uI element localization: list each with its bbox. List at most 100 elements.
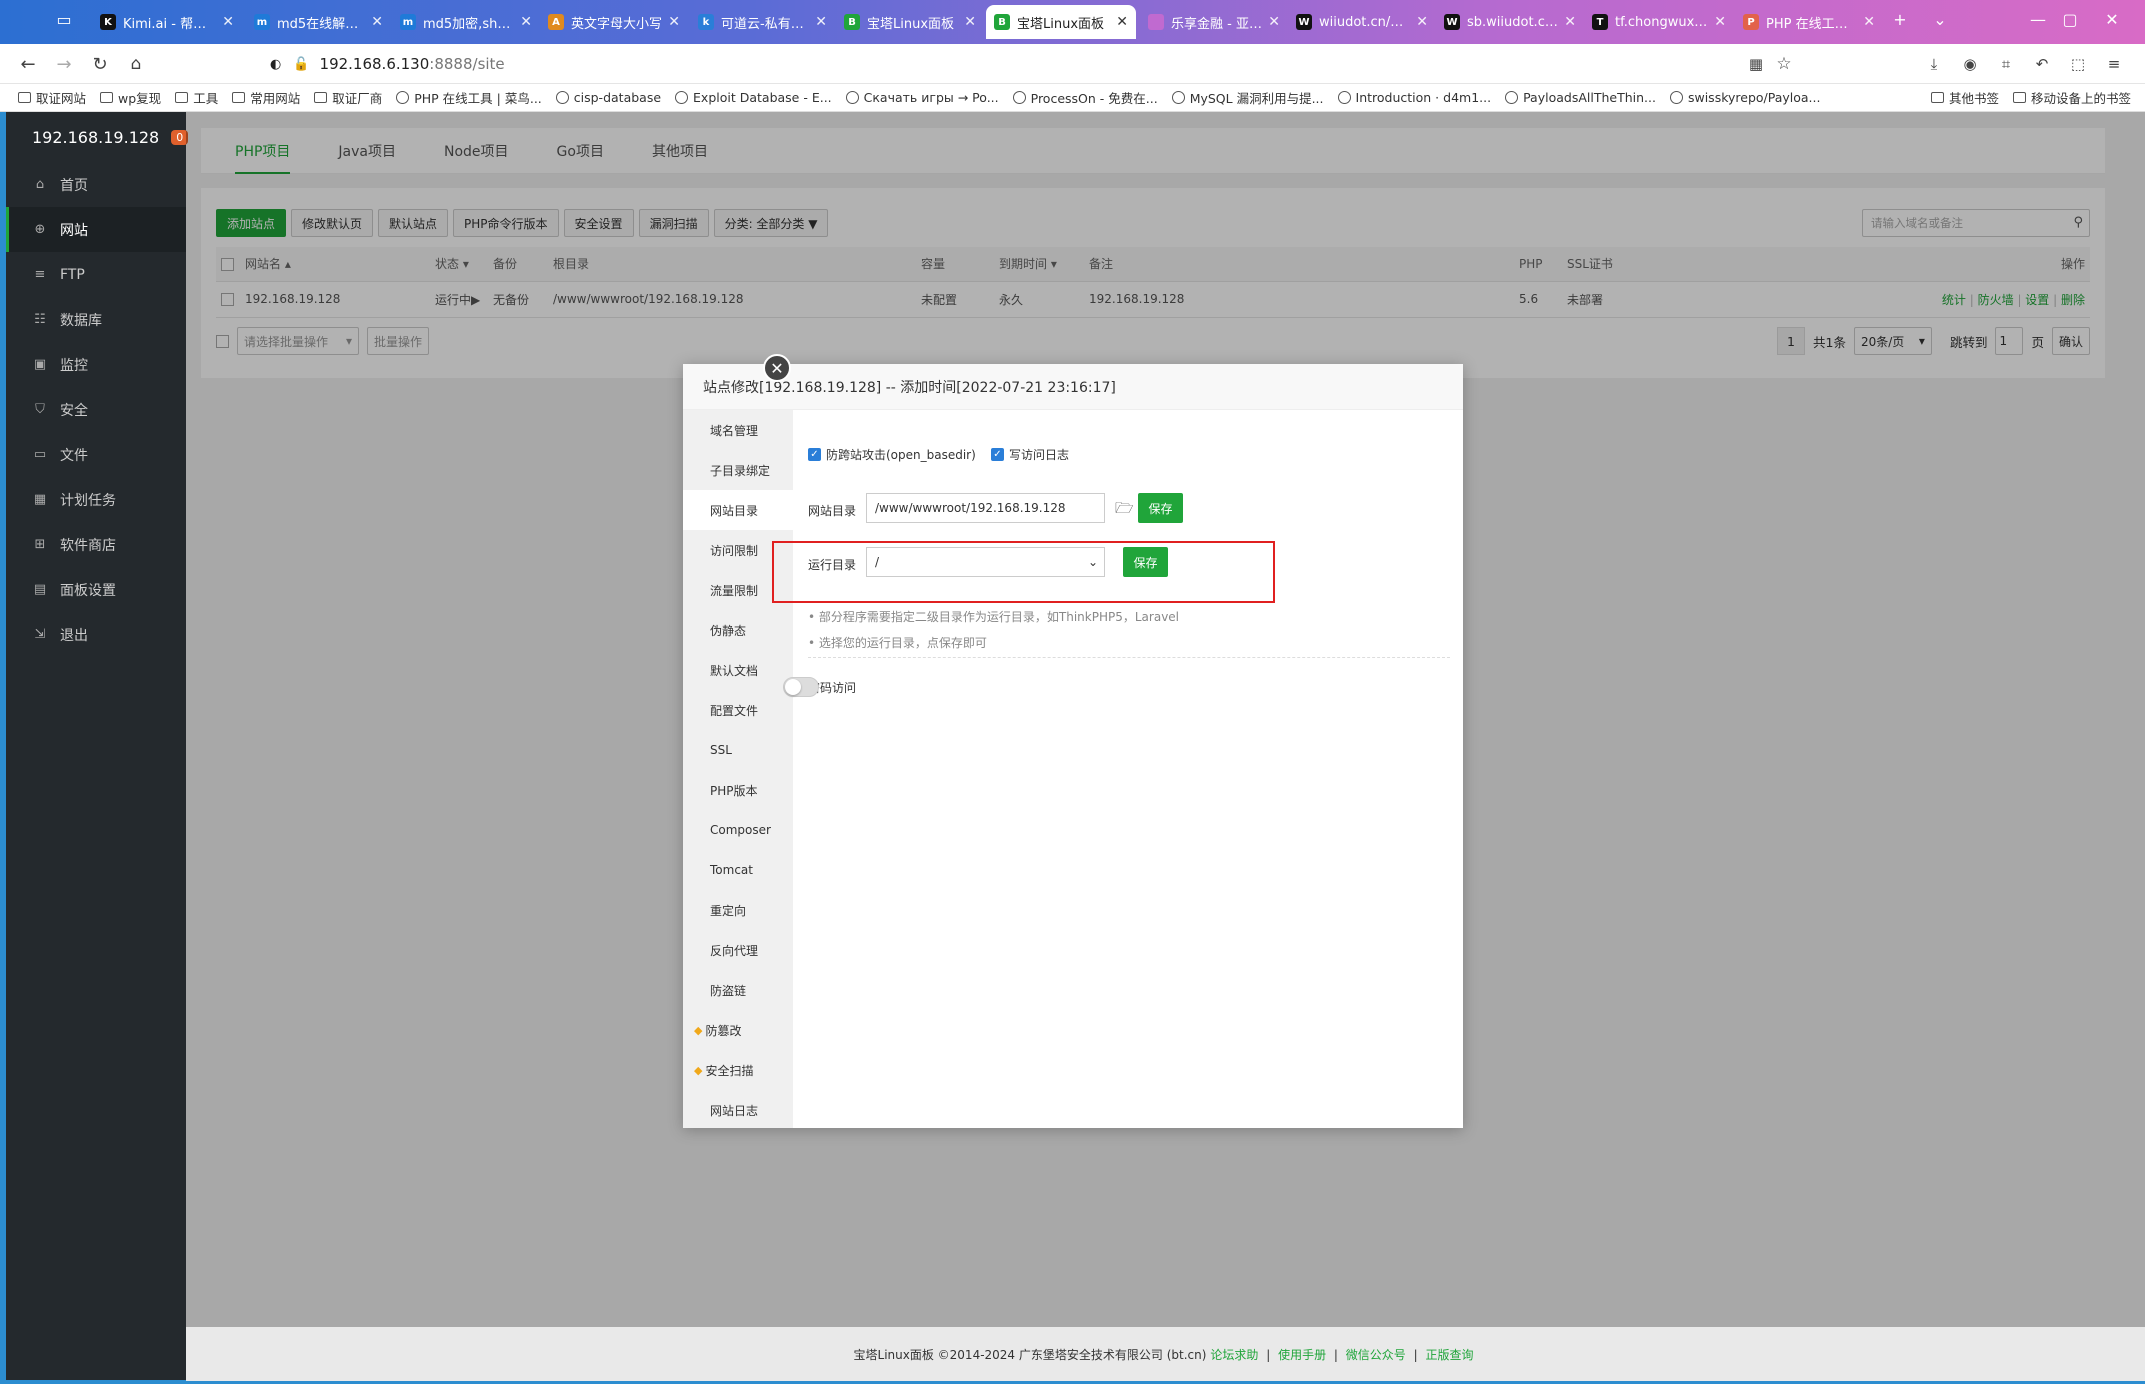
bookmark-item[interactable]: PayloadsAllTheThin... bbox=[1505, 90, 1656, 105]
browser-tab[interactable]: P PHP 在线工具 | 菜 ✕ bbox=[1735, 5, 1883, 39]
sidebar-item[interactable]: ▤ 面板设置 bbox=[6, 567, 186, 612]
bookmark-item[interactable]: swisskyrepo/Payloa... bbox=[1669, 90, 1820, 105]
browser-tab[interactable]: m md5在线解密破解 ✕ bbox=[246, 5, 391, 39]
address-bar[interactable]: ◐ 🔓 192.168.6.130:8888/site bbox=[270, 50, 1800, 78]
bookmark-item[interactable]: PHP 在线工具 | 菜鸟... bbox=[396, 88, 542, 107]
modal-menu-item[interactable]: Composer bbox=[683, 810, 793, 850]
modal-menu-item[interactable]: ◆ 防篡改 bbox=[683, 1010, 793, 1050]
modal-menu-item[interactable]: PHP版本 bbox=[683, 770, 793, 810]
modal-menu-item[interactable]: ◆ 安全扫描 bbox=[683, 1050, 793, 1090]
footer-link[interactable]: 使用手册 bbox=[1278, 1348, 1326, 1362]
sidebar-item[interactable]: ≡ FTP bbox=[6, 252, 186, 297]
sidebar-item[interactable]: ⇲ 退出 bbox=[6, 612, 186, 657]
modal-menu-item[interactable]: 重定向 bbox=[683, 890, 793, 930]
bookmark-item[interactable]: Скачать игры → Po... bbox=[845, 90, 999, 105]
bookmark-item[interactable]: 取证网站 bbox=[18, 88, 86, 107]
modal-menu-item[interactable]: 反向代理 bbox=[683, 930, 793, 970]
home-icon[interactable]: ⌂ bbox=[124, 52, 148, 76]
reload-icon[interactable]: ↻ bbox=[88, 52, 112, 76]
tab-close-icon[interactable]: ✕ bbox=[222, 14, 234, 30]
sidebar-item[interactable]: ⛉ 安全 bbox=[6, 387, 186, 432]
tab-close-icon[interactable]: ✕ bbox=[1863, 14, 1875, 30]
browser-tab[interactable]: 乐享金融 - 亚洲最大 ✕ bbox=[1140, 5, 1288, 39]
folder-open-icon[interactable]: 🗁 bbox=[1115, 498, 1134, 523]
bookmark-folder[interactable]: 移动设备上的书签 bbox=[2012, 88, 2131, 107]
bookmark-folder[interactable]: 其他书签 bbox=[1930, 88, 1999, 107]
modal-menu-item[interactable]: SSL bbox=[683, 730, 793, 770]
sidebar-item[interactable]: ⊕ 网站 bbox=[6, 207, 186, 252]
modal-menu-item[interactable]: 伪静态 bbox=[683, 610, 793, 650]
modal-menu-item[interactable]: 网站目录 bbox=[683, 490, 793, 530]
browser-tab[interactable]: m md5加密,sha1加 ✕ bbox=[392, 5, 540, 39]
tab-list-icon[interactable]: ⌄ bbox=[1928, 10, 1952, 29]
new-tab-icon[interactable]: + bbox=[1888, 10, 1912, 29]
site-dir-input[interactable]: /www/wwwroot/192.168.19.128 bbox=[866, 493, 1105, 523]
browser-tab[interactable]: Ttf.chongwuxiaoy ✕ bbox=[1584, 5, 1734, 39]
sidebar-item[interactable]: ☷ 数据库 bbox=[6, 297, 186, 342]
crop-icon[interactable]: ⌗ bbox=[1994, 52, 2018, 76]
site-info-icon[interactable]: ◐ bbox=[270, 57, 281, 72]
footer-link[interactable]: 微信公众号 bbox=[1346, 1348, 1406, 1362]
globe-icon bbox=[1505, 91, 1519, 104]
bookmark-item[interactable]: ProcessOn - 免费在... bbox=[1012, 88, 1158, 107]
tab-close-icon[interactable]: ✕ bbox=[1416, 14, 1428, 30]
bookmark-item[interactable]: cisp-database bbox=[555, 90, 661, 105]
bookmark-item[interactable]: MySQL 漏洞利用与提... bbox=[1171, 88, 1324, 107]
bookmark-item[interactable]: Introduction · d4m1... bbox=[1337, 90, 1491, 105]
sidebar-item[interactable]: ⊞ 软件商店 bbox=[6, 522, 186, 567]
maximize-icon[interactable]: ▢ bbox=[2058, 10, 2082, 29]
browser-tab[interactable]: Wsb.wiiudot.cn/a ✕ bbox=[1436, 5, 1584, 39]
bookmark-item[interactable]: Exploit Database - E... bbox=[675, 90, 832, 105]
browser-tab[interactable]: k 可道云-私有云存 ✕ bbox=[690, 5, 835, 39]
close-window-icon[interactable]: ✕ bbox=[2100, 10, 2124, 29]
password-access-toggle[interactable] bbox=[783, 677, 819, 697]
open-basedir-checkbox[interactable]: ✓ 防跨站攻击(open_basedir) bbox=[808, 446, 976, 463]
bookmark-item[interactable]: 取证厂商 bbox=[314, 88, 382, 107]
tab-close-icon[interactable]: ✕ bbox=[1564, 14, 1576, 30]
qr-code-icon[interactable]: ▦ bbox=[1744, 52, 1768, 76]
modal-menu-item[interactable]: 默认文档 bbox=[683, 650, 793, 690]
browser-tab[interactable]: A 英文字母大小写 ✕ bbox=[540, 5, 688, 39]
browser-tab[interactable]: B 宝塔Linux面板 ✕ bbox=[986, 5, 1136, 39]
tab-close-icon[interactable]: ✕ bbox=[1268, 14, 1280, 30]
forward-icon[interactable]: → bbox=[52, 52, 76, 76]
bookmark-item[interactable]: 工具 bbox=[175, 88, 218, 107]
tab-overview-icon[interactable]: ▭ bbox=[52, 10, 76, 29]
tab-close-icon[interactable]: ✕ bbox=[1714, 14, 1726, 30]
modal-menu-item[interactable]: 防盗链 bbox=[683, 970, 793, 1010]
tab-close-icon[interactable]: ✕ bbox=[1116, 14, 1128, 30]
back-icon[interactable]: ← bbox=[16, 52, 40, 76]
modal-menu-item[interactable]: 配置文件 bbox=[683, 690, 793, 730]
bookmark-star-icon[interactable]: ☆ bbox=[1772, 52, 1796, 76]
modal-menu-item[interactable]: Tomcat bbox=[683, 850, 793, 890]
browser-tab[interactable]: B 宝塔Linux面板 ✕ bbox=[836, 5, 984, 39]
modal-menu-item[interactable]: 网站日志 bbox=[683, 1090, 793, 1130]
close-icon[interactable]: ✕ bbox=[763, 354, 791, 382]
access-log-checkbox[interactable]: ✓ 写访问日志 bbox=[991, 446, 1069, 463]
modal-menu-item[interactable]: 子目录绑定 bbox=[683, 450, 793, 490]
undo-icon[interactable]: ↶ bbox=[2030, 52, 2054, 76]
bookmark-item[interactable]: 常用网站 bbox=[232, 88, 300, 107]
sidebar-item[interactable]: ⌂ 首页 bbox=[6, 162, 186, 207]
tab-close-icon[interactable]: ✕ bbox=[668, 14, 680, 30]
site-dir-save-button[interactable]: 保存 bbox=[1138, 493, 1183, 523]
footer-link[interactable]: 正版查询 bbox=[1425, 1348, 1473, 1362]
minimize-icon[interactable]: — bbox=[2026, 10, 2050, 29]
tab-close-icon[interactable]: ✕ bbox=[371, 14, 383, 30]
tab-close-icon[interactable]: ✕ bbox=[964, 14, 976, 30]
browser-tab[interactable]: Wwiiudot.cn/adm ✕ bbox=[1288, 5, 1436, 39]
modal-menu-item[interactable]: 域名管理 bbox=[683, 410, 793, 450]
tab-close-icon[interactable]: ✕ bbox=[520, 14, 532, 30]
sidebar-item[interactable]: ▦ 计划任务 bbox=[6, 477, 186, 522]
tab-favicon-icon: m bbox=[254, 14, 270, 30]
extensions-icon[interactable]: ⬚ bbox=[2066, 52, 2090, 76]
account-icon[interactable]: ◉ bbox=[1958, 52, 1982, 76]
menu-icon[interactable]: ≡ bbox=[2102, 52, 2126, 76]
sidebar-item[interactable]: ▭ 文件 bbox=[6, 432, 186, 477]
bookmark-item[interactable]: wp复现 bbox=[100, 88, 161, 107]
tab-close-icon[interactable]: ✕ bbox=[815, 14, 827, 30]
browser-tab[interactable]: K Kimi.ai - 帮你看 ✕ bbox=[92, 5, 242, 39]
footer-link[interactable]: 论坛求助 bbox=[1210, 1348, 1258, 1362]
download-icon[interactable]: ⤓ bbox=[1922, 52, 1946, 76]
sidebar-item[interactable]: ▣ 监控 bbox=[6, 342, 186, 387]
